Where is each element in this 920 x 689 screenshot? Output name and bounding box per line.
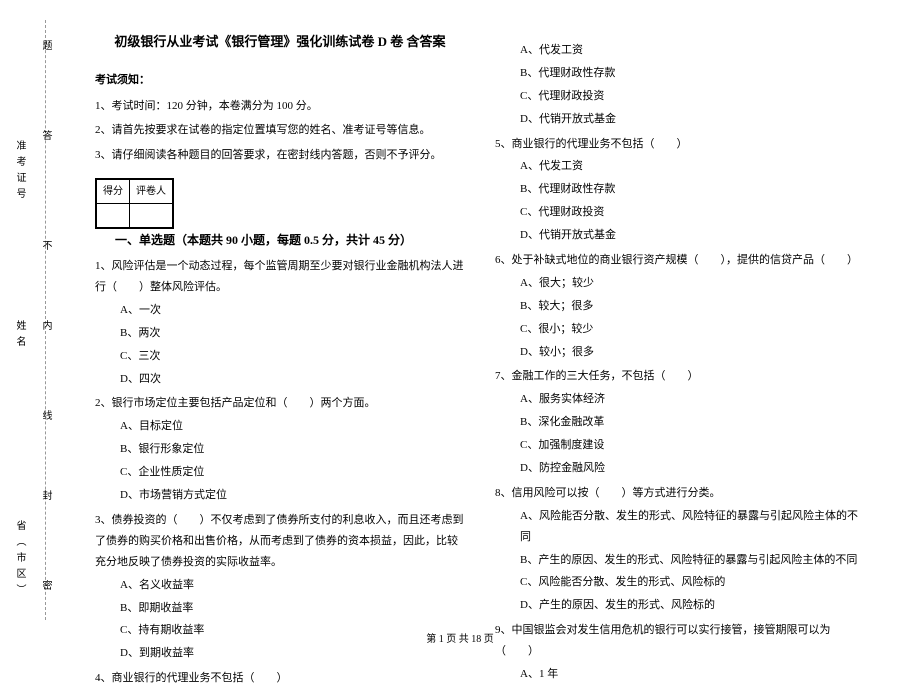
q1-d: D、四次 — [95, 369, 465, 390]
q4-b: B、代理财政性存款 — [495, 63, 865, 84]
q3-a: A、名义收益率 — [95, 575, 465, 596]
notice-1: 1、考试时间：120 分钟，本卷满分为 100 分。 — [95, 96, 465, 117]
q2-b: B、银行形象定位 — [95, 439, 465, 460]
q5-b: B、代理财政性存款 — [495, 179, 865, 200]
notice-2: 2、请首先按要求在试卷的指定位置填写您的姓名、准考证号等信息。 — [95, 120, 465, 141]
label-province: 省（市区） — [12, 520, 27, 600]
answer-char: 答 — [38, 130, 53, 140]
score-blank — [97, 204, 130, 228]
q8-b: B、产生的原因、发生的形式、风险特征的暴露与引起风险主体的不同 — [495, 550, 865, 571]
q7-a: A、服务实体经济 — [495, 389, 865, 410]
right-column: A、代发工资 B、代理财政性存款 C、代理财政投资 D、代销开放式基金 5、商业… — [480, 20, 880, 689]
q5-a: A、代发工资 — [495, 156, 865, 177]
q8-c: C、风险能否分散、发生的形式、风险标的 — [495, 572, 865, 593]
question-char: 题 — [38, 40, 53, 50]
q6-c: C、很小；较少 — [495, 319, 865, 340]
q6-stem: 6、处于补缺式地位的商业银行资产规模（ ），提供的信贷产品（ ） — [495, 250, 865, 271]
q3-stem: 3、债券投资的（ ）不仅考虑到了债券所支付的利息收入，而且还考虑到了债券的购买价… — [95, 510, 465, 573]
q5-c: C、代理财政投资 — [495, 202, 865, 223]
left-column: 初级银行从业考试《银行管理》强化训练试卷 D 卷 含答案 考试须知： 1、考试时… — [80, 20, 480, 689]
q8-stem: 8、信用风险可以按（ ）等方式进行分类。 — [495, 483, 865, 504]
q7-c: C、加强制度建设 — [495, 435, 865, 456]
notice-3: 3、请仔细阅读各种题目的回答要求，在密封线内答题，否则不予评分。 — [95, 145, 465, 166]
section1-title: 一、单选题（本题共 90 小题，每题 0.5 分，共计 45 分） — [115, 229, 412, 252]
q4-c: C、代理财政投资 — [495, 86, 865, 107]
label-ticket: 准考证号 — [12, 140, 27, 204]
line-char: 线 — [38, 410, 53, 420]
grader-cell: 评卷人 — [130, 180, 173, 204]
q1-a: A、一次 — [95, 300, 465, 321]
binding-margin: 省（市区） 姓名 准考证号 密 封 线 内 不 答 题 — [0, 20, 80, 620]
q2-stem: 2、银行市场定位主要包括产品定位和（ ）两个方面。 — [95, 393, 465, 414]
label-name: 姓名 — [12, 320, 27, 352]
cut-char: 封 — [38, 490, 53, 500]
q2-a: A、目标定位 — [95, 416, 465, 437]
inner-char: 内 — [38, 320, 53, 330]
q6-b: B、较大；很多 — [495, 296, 865, 317]
q1-b: B、两次 — [95, 323, 465, 344]
q8-d: D、产生的原因、发生的形式、风险标的 — [495, 595, 865, 616]
grader-blank — [130, 204, 173, 228]
q7-b: B、深化金融改革 — [495, 412, 865, 433]
score-row: 得分 评卷人 一、单选题（本题共 90 小题，每题 0.5 分，共计 45 分） — [95, 178, 465, 252]
q1-c: C、三次 — [95, 346, 465, 367]
notice-label: 考试须知： — [95, 70, 465, 91]
score-cell: 得分 — [97, 180, 130, 204]
q6-a: A、很大；较少 — [495, 273, 865, 294]
seal-char: 密 — [38, 580, 53, 590]
q1-stem: 1、风险评估是一个动态过程，每个监管周期至少要对银行业金融机构法人进行（ ）整体… — [95, 256, 465, 298]
q4-stem: 4、商业银行的代理业务不包括（ ） — [95, 668, 465, 689]
q4-d: D、代销开放式基金 — [495, 109, 865, 130]
q3-b: B、即期收益率 — [95, 598, 465, 619]
content-area: 初级银行从业考试《银行管理》强化训练试卷 D 卷 含答案 考试须知： 1、考试时… — [80, 20, 920, 689]
q3-d: D、到期收益率 — [95, 643, 465, 664]
q2-c: C、企业性质定位 — [95, 462, 465, 483]
q8-a: A、风险能否分散、发生的形式、风险特征的暴露与引起风险主体的不同 — [495, 506, 865, 548]
score-table: 得分 评卷人 — [95, 178, 174, 229]
q5-stem: 5、商业银行的代理业务不包括（ ） — [495, 134, 865, 155]
exam-title: 初级银行从业考试《银行管理》强化训练试卷 D 卷 含答案 — [95, 30, 465, 55]
page-footer: 第 1 页 共 18 页 — [0, 630, 920, 645]
q9-a: A、1 年 — [495, 664, 865, 685]
q7-d: D、防控金融风险 — [495, 458, 865, 479]
q5-d: D、代销开放式基金 — [495, 225, 865, 246]
q6-d: D、较小；很多 — [495, 342, 865, 363]
q7-stem: 7、金融工作的三大任务，不包括（ ） — [495, 366, 865, 387]
no-char: 不 — [38, 240, 53, 250]
q4-a: A、代发工资 — [495, 40, 865, 61]
exam-page: 省（市区） 姓名 准考证号 密 封 线 内 不 答 题 初级银行从业考试《银行管… — [0, 0, 920, 689]
q2-d: D、市场营销方式定位 — [95, 485, 465, 506]
